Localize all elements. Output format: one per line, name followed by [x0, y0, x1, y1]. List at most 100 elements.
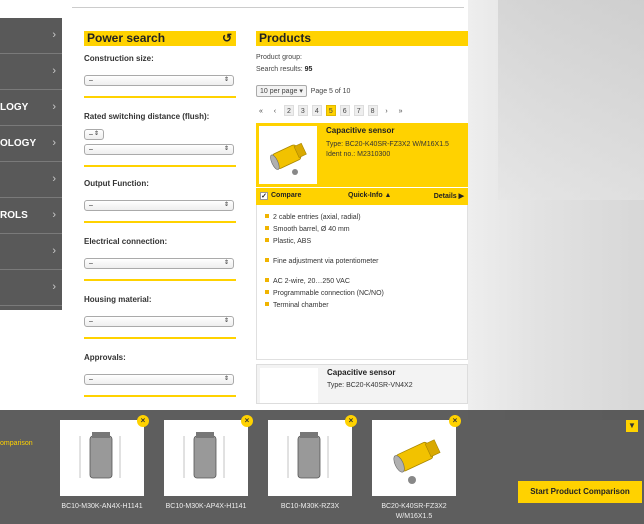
collapse-toggle-icon[interactable]: ▼: [626, 420, 638, 432]
feature-bullet: 2 cable entries (axial, radial): [265, 213, 459, 223]
section-divider: [84, 337, 236, 339]
filter-label-output-function: Output Function:: [84, 179, 149, 188]
comparison-label[interactable]: omparison: [0, 440, 33, 447]
per-page-row: 10 per page ▾ Page 5 of 10: [256, 85, 468, 97]
nav-item-label: ROLS: [0, 210, 28, 221]
page-info: Page 5 of 10: [310, 88, 351, 95]
comparison-item[interactable]: ×: [268, 415, 357, 496]
per-page-select[interactable]: 10 per page ▾: [256, 85, 307, 97]
prev-page-icon[interactable]: ‹: [270, 106, 280, 117]
last-page-icon[interactable]: »: [396, 106, 406, 117]
comparison-item[interactable]: ×: [164, 415, 253, 496]
compare-checkbox[interactable]: ✓ Compare: [260, 192, 301, 200]
construction-size-select[interactable]: – ⇕: [84, 75, 234, 86]
page-link[interactable]: 4: [311, 105, 322, 116]
chevron-right-icon: ›: [52, 209, 56, 221]
comparison-item-name: BC10-M30K-RZ3X: [280, 503, 340, 510]
nav-item-7[interactable]: ›: [0, 234, 62, 270]
comparison-item-name: BC10-M30K-AN4X-H1141: [61, 503, 143, 510]
comparison-bar: omparison ▼ × BC10-M30K-AN4X-H1141 × BC1…: [0, 410, 644, 524]
remove-icon[interactable]: ×: [449, 415, 461, 427]
sensor-drawing-icon: [287, 432, 329, 479]
filter-label-construction-size: Construction size:: [84, 54, 154, 63]
page-link[interactable]: 8: [367, 105, 378, 116]
feature-bullet: Fine adjustment via potentiometer: [265, 257, 459, 267]
product-title[interactable]: Capacitive sensor: [326, 126, 394, 135]
background-glow: [498, 0, 644, 200]
nav-item-technology[interactable]: LOGY ›: [0, 90, 62, 126]
sensor-image-icon: [393, 439, 441, 484]
section-divider: [84, 165, 236, 167]
search-results: Search results: 95: [256, 66, 468, 73]
nav-item-1[interactable]: ›: [0, 18, 62, 54]
select-value: –: [89, 376, 93, 383]
reset-icon[interactable]: ↺: [222, 31, 232, 46]
nav-item-2[interactable]: ›: [0, 54, 62, 90]
first-page-icon[interactable]: «: [256, 106, 266, 117]
product-image[interactable]: [260, 368, 318, 403]
next-page-icon[interactable]: ›: [382, 106, 392, 117]
page-link[interactable]: 3: [297, 105, 308, 116]
product-card[interactable]: Capacitive sensor Type: BC20-K40SR-VN4X2: [256, 364, 468, 404]
product-ident: Ident no.: M2310300: [326, 151, 391, 158]
left-nav: › › LOGY › OLOGY › › ROLS › › ›: [0, 0, 62, 310]
remove-icon[interactable]: ×: [137, 415, 149, 427]
chevron-right-icon: ›: [52, 245, 56, 257]
nav-item-controls[interactable]: ROLS ›: [0, 198, 62, 234]
products-title: Products: [259, 31, 312, 45]
approvals-select[interactable]: – ⇕: [84, 374, 234, 385]
page-link[interactable]: 2: [283, 105, 294, 116]
filter-label-electrical-connection: Electrical connection:: [84, 237, 168, 246]
products-header: Products: [256, 31, 468, 46]
switching-distance-select[interactable]: – ⇕: [84, 144, 234, 155]
select-value: –: [89, 131, 93, 138]
feature-bullet: Plastic, ABS: [265, 237, 459, 247]
feature-bullet: Terminal chamber: [265, 301, 459, 311]
filter-label-switching-distance: Rated switching distance (flush):: [84, 112, 210, 121]
select-value: –: [89, 260, 93, 267]
page-link[interactable]: 6: [339, 105, 350, 116]
select-arrows-icon: ⇕: [223, 318, 229, 324]
nav-item-5[interactable]: ›: [0, 162, 62, 198]
power-search-title: Power search: [87, 31, 166, 45]
filter-label-housing-material: Housing material:: [84, 295, 152, 304]
section-divider: [84, 221, 236, 223]
compare-label: Compare: [271, 192, 302, 199]
housing-material-select[interactable]: – ⇕: [84, 316, 234, 327]
switching-distance-operator-select[interactable]: – ⇕: [84, 129, 104, 140]
per-page-value: 10 per page: [260, 88, 298, 95]
remove-icon[interactable]: ×: [345, 415, 357, 427]
page-link-current[interactable]: 5: [325, 105, 336, 116]
start-comparison-button[interactable]: Start Product Comparison: [518, 481, 642, 503]
feature-bullet: Smooth barrel, Ø 40 mm: [265, 225, 459, 235]
product-image[interactable]: [259, 126, 317, 184]
section-divider: [84, 395, 236, 397]
nav-item-8[interactable]: ›: [0, 270, 62, 306]
details-link[interactable]: Details ▶: [434, 192, 464, 200]
comparison-item[interactable]: ×: [60, 415, 149, 496]
select-arrows-icon: ⇕: [223, 146, 229, 152]
product-card[interactable]: Capacitive sensor Type: BC20-K40SR-FZ3X2…: [256, 123, 468, 187]
sensor-drawing-icon: [183, 432, 225, 479]
select-value: –: [89, 77, 93, 84]
power-search-header: Power search ↺: [84, 31, 236, 46]
top-divider: [72, 7, 464, 8]
product-type: Type: BC20-K40SR-VN4X2: [327, 382, 413, 389]
search-results-label: Search results:: [256, 66, 303, 73]
pagination: « ‹ 2 3 4 5 6 7 8 › »: [256, 105, 468, 117]
quick-info-toggle[interactable]: Quick-Info ▲: [348, 192, 391, 199]
page-link[interactable]: 7: [353, 105, 364, 116]
caret-down-icon: ▾: [299, 88, 303, 95]
quick-info-panel: 2 cable entries (axial, radial) Smooth b…: [256, 205, 468, 360]
output-function-select[interactable]: – ⇕: [84, 200, 234, 211]
select-arrows-icon: ⇕: [223, 202, 229, 208]
remove-icon[interactable]: ×: [241, 415, 253, 427]
comparison-item[interactable]: ×: [372, 415, 461, 496]
electrical-connection-select[interactable]: – ⇕: [84, 258, 234, 269]
product-title[interactable]: Capacitive sensor: [327, 368, 395, 377]
nav-item-technology-2[interactable]: OLOGY ›: [0, 126, 62, 162]
section-divider: [84, 96, 236, 98]
product-type: Type: BC20-K40SR-FZ3X2 W/M16X1.5: [326, 141, 449, 148]
product-group-label: Product group:: [256, 54, 302, 61]
background-image: [468, 0, 644, 420]
